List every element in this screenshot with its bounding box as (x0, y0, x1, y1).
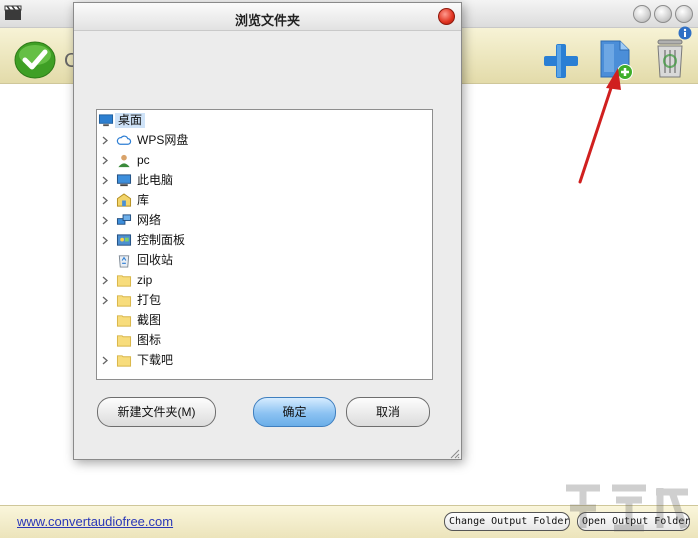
tree-item-label: 下载吧 (137, 353, 174, 367)
ok-button[interactable]: 确定 (253, 397, 336, 427)
tree-item-desktop[interactable]: 桌面 (97, 111, 432, 130)
tree-item-label: 图标 (137, 333, 162, 347)
minimize-button[interactable] (633, 5, 651, 23)
cloud-icon (116, 135, 132, 145)
open-output-folder-button[interactable]: Open Output Folder (577, 512, 690, 531)
red-arrow-icon (578, 68, 621, 184)
folder-icon (116, 315, 132, 327)
trash-icon[interactable] (652, 37, 688, 79)
library-icon (116, 193, 132, 207)
tree-item-label: 桌面 (115, 113, 146, 128)
tree-item-label: zip (137, 273, 153, 287)
tree-item[interactable]: 库 (97, 191, 432, 210)
tree-item[interactable]: pc (97, 151, 432, 170)
app-window: C www.convertaudiofree.com Change Output… (0, 0, 698, 538)
folder-icon (116, 355, 132, 367)
tree-item-label: 回收站 (137, 253, 174, 267)
tree-item-label: 截图 (137, 313, 162, 327)
resize-grip-icon[interactable] (448, 447, 460, 459)
chevron-right-icon[interactable] (101, 176, 109, 185)
tree-item-label: 库 (137, 193, 150, 207)
tree-item[interactable]: 此电脑 (97, 171, 432, 190)
tree-item-label: 打包 (137, 293, 162, 307)
check-icon[interactable] (14, 41, 56, 79)
tree-item[interactable]: 下载吧 (97, 351, 432, 370)
tree-item-label: 控制面板 (137, 233, 186, 247)
tree-item-label: WPS网盘 (137, 133, 189, 147)
desktop-icon (98, 114, 114, 127)
user-icon (118, 154, 130, 168)
folder-icon (116, 295, 132, 307)
chevron-right-icon[interactable] (101, 276, 109, 285)
tree-item[interactable]: 网络 (97, 211, 432, 230)
website-link[interactable]: www.convertaudiofree.com (17, 514, 173, 529)
chevron-right-icon[interactable] (101, 296, 109, 305)
chevron-right-icon[interactable] (101, 136, 109, 145)
chevron-right-icon[interactable] (101, 196, 109, 205)
recycle-bin-icon (118, 255, 130, 268)
tree-item[interactable]: 截图 (97, 311, 432, 330)
close-window-button[interactable] (675, 5, 693, 23)
tree-item[interactable]: zip (97, 271, 432, 290)
tree-item[interactable]: WPS网盘 (97, 131, 432, 150)
statusbar: www.convertaudiofree.com Change Output F… (0, 505, 698, 538)
dialog-title: 浏览文件夹 (234, 13, 300, 28)
tree-item-label: 此电脑 (137, 173, 174, 187)
tree-item-label: pc (137, 153, 150, 167)
chevron-right-icon[interactable] (101, 216, 109, 225)
folder-icon (116, 275, 132, 287)
chevron-right-icon[interactable] (101, 236, 109, 245)
browse-folder-dialog: 浏览文件夹 桌面 WPS网盘 pc 此电脑库网络控制面板回收站 zip 打包截图图标下载吧… (73, 2, 462, 460)
clapperboard-icon (4, 5, 22, 20)
info-icon[interactable] (678, 26, 692, 40)
new-folder-button[interactable]: 新建文件夹(M) (97, 397, 216, 427)
maximize-button[interactable] (654, 5, 672, 23)
computer-icon (116, 174, 132, 187)
dialog-titlebar: 浏览文件夹 (74, 3, 461, 31)
cancel-button[interactable]: 取消 (346, 397, 430, 427)
tree-item-label: 网络 (137, 213, 162, 227)
dialog-close-button[interactable] (438, 8, 455, 25)
chevron-right-icon[interactable] (101, 156, 109, 165)
control-panel-icon (116, 234, 132, 246)
tree-item[interactable]: 打包 (97, 291, 432, 310)
network-icon (116, 214, 132, 225)
folder-icon (116, 335, 132, 347)
tree-item[interactable]: 图标 (97, 331, 432, 350)
folder-tree[interactable]: 桌面 WPS网盘 pc 此电脑库网络控制面板回收站 zip 打包截图图标下载吧 (96, 109, 433, 380)
chevron-right-icon[interactable] (101, 356, 109, 365)
change-output-folder-button[interactable]: Change Output Folder (444, 512, 570, 531)
tree-item[interactable]: 回收站 (97, 251, 432, 270)
tree-item[interactable]: 控制面板 (97, 231, 432, 250)
